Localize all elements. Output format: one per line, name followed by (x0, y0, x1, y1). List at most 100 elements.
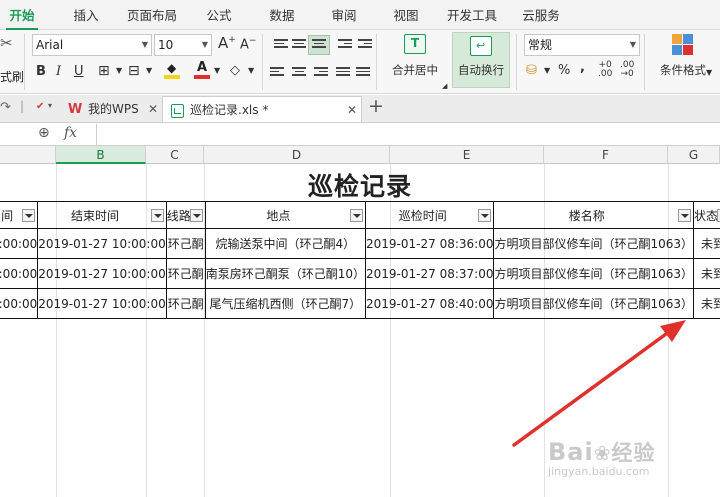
filter-dropdown-icon[interactable] (189, 209, 203, 222)
percent-button[interactable]: % (558, 63, 570, 78)
number-format-select[interactable]: 常规 ▼ (524, 34, 640, 56)
italic-button[interactable]: I (56, 64, 61, 79)
chevron-down-icon[interactable]: ▼ (146, 66, 152, 75)
increase-font-icon[interactable]: A+ (218, 34, 236, 52)
chevron-down-icon[interactable]: ▼ (706, 68, 712, 77)
cell-inspection-time[interactable]: 2019-01-27 08:37:00 (365, 258, 495, 289)
cell-start-time[interactable]: 8:00:00 (0, 258, 39, 289)
eraser-icon[interactable]: ◇ (230, 63, 240, 78)
table-row[interactable]: 8:00:00 2019-01-27 10:00:00 环己酮 烷输送泵中间（环… (0, 228, 720, 259)
font-color-button[interactable]: A (194, 60, 212, 79)
distributed-icon[interactable] (356, 67, 370, 79)
decrease-decimal-icon[interactable]: .00 →0 (620, 61, 634, 79)
cell-end-time[interactable]: 2019-01-27 10:00:00 (37, 228, 167, 259)
close-icon[interactable]: ✕ (347, 97, 357, 123)
increase-decimal-icon[interactable]: +0.00 (598, 61, 612, 79)
filter-dropdown-icon[interactable] (150, 209, 164, 222)
chevron-down-icon[interactable]: ▾ (48, 101, 52, 110)
tab-view[interactable]: 视图 (380, 0, 432, 30)
cell-location[interactable]: 烷输送泵中间（环己酮4） (204, 228, 367, 259)
indent-decrease-icon[interactable] (338, 39, 352, 51)
merge-icon[interactable]: ⊟ (128, 63, 140, 79)
border-icon[interactable]: ⊞ (98, 63, 110, 79)
align-right-icon[interactable] (314, 67, 328, 79)
cell-end-time[interactable]: 2019-01-27 10:00:00 (37, 288, 167, 319)
align-top-icon[interactable] (274, 39, 288, 51)
tab-data[interactable]: 数据 (256, 0, 308, 30)
column-header-a[interactable] (0, 146, 56, 164)
table-row[interactable]: 8:00:00 2019-01-27 10:00:00 环己酮 南泵房环己酮泵（… (0, 258, 720, 289)
column-header-g[interactable]: G (668, 146, 720, 164)
chevron-down-icon[interactable]: ▼ (116, 66, 122, 75)
header-end-time[interactable]: 结束时间 (37, 201, 167, 229)
format-painter-label[interactable]: 式刷 (0, 68, 24, 85)
chevron-down-icon[interactable]: ▼ (248, 66, 254, 75)
indent-increase-icon[interactable] (358, 39, 372, 51)
cell-start-time[interactable]: 8:00:00 (0, 288, 39, 319)
cell-status[interactable]: 未到 (693, 228, 720, 259)
header-start-time[interactable]: 间 (0, 201, 39, 229)
filter-dropdown-icon[interactable] (678, 209, 692, 222)
tab-review[interactable]: 审阅 (318, 0, 370, 30)
cell-start-time[interactable]: 8:00:00 (0, 228, 39, 259)
new-tab-icon[interactable]: + (368, 95, 384, 117)
align-left-icon[interactable] (270, 67, 284, 79)
cell-line[interactable]: 环己酮 (165, 228, 206, 259)
zoom-search-icon[interactable]: ⊕ (38, 125, 50, 141)
cell-inspection-time[interactable]: 2019-01-27 08:36:00 (365, 228, 495, 259)
header-status[interactable]: 状态 (693, 201, 720, 229)
decrease-font-icon[interactable]: A− (240, 36, 256, 52)
column-header-d[interactable]: D (204, 146, 390, 164)
quick-access-icon[interactable]: ✔ (36, 101, 44, 112)
wrap-text-button[interactable]: ↩ 自动换行 (452, 32, 510, 88)
fill-color-button[interactable]: ◆ (164, 61, 182, 79)
chevron-down-icon[interactable]: ▼ (214, 66, 220, 75)
filter-dropdown-icon[interactable] (22, 209, 36, 222)
cell-building-name[interactable]: 方明项目部仪修车间（环己酮1063） (493, 228, 695, 259)
align-center-icon[interactable] (292, 67, 306, 79)
tab-my-wps[interactable]: W 我的WPS ✕ (64, 96, 160, 122)
cell-status[interactable]: 未到 (693, 258, 720, 289)
header-inspection-time[interactable]: 巡检时间 (365, 201, 495, 229)
redo-icon[interactable]: ↷ (0, 100, 11, 115)
filter-dropdown-icon[interactable] (350, 209, 364, 222)
tab-cloud-service[interactable]: 云服务 (514, 0, 568, 30)
column-header-b[interactable]: B (56, 146, 146, 164)
font-name-select[interactable]: Arial ▼ (32, 34, 152, 56)
formula-input[interactable] (96, 124, 720, 145)
tab-insert[interactable]: 插入 (60, 0, 112, 30)
tab-developer[interactable]: 开发工具 (440, 0, 504, 30)
tab-file[interactable]: 巡检记录.xls * ✕ (162, 96, 362, 122)
column-header-f[interactable]: F (544, 146, 668, 164)
tab-page-layout[interactable]: 页面布局 (118, 0, 186, 30)
header-line[interactable]: 线路 (165, 201, 206, 229)
cell-location[interactable]: 南泵房环己酮泵（环己酮10） (204, 258, 367, 289)
column-header-c[interactable]: C (146, 146, 204, 164)
currency-icon[interactable]: ⛁ (526, 63, 537, 78)
tab-formulas[interactable]: 公式 (194, 0, 244, 30)
comma-button[interactable]: , (580, 60, 585, 75)
justify-icon[interactable] (336, 67, 350, 79)
bold-button[interactable]: B (36, 64, 46, 79)
cell-inspection-time[interactable]: 2019-01-27 08:40:00 (365, 288, 495, 319)
fx-icon[interactable]: fx (64, 125, 77, 141)
underline-button[interactable]: U (74, 64, 84, 79)
merge-center-button[interactable]: T 合并居中 (382, 34, 448, 88)
chevron-down-icon[interactable]: ◢ (442, 82, 447, 90)
tab-home[interactable]: 开始 (0, 0, 44, 30)
scissors-icon[interactable]: ✂ (0, 34, 13, 52)
column-header-e[interactable]: E (390, 146, 544, 164)
cell-building-name[interactable]: 方明项目部仪修车间（环己酮1063） (493, 258, 695, 289)
font-size-select[interactable]: 10 ▼ (154, 34, 212, 56)
header-location[interactable]: 地点 (204, 201, 367, 229)
chevron-down-icon[interactable]: ▼ (544, 66, 550, 75)
cell-location[interactable]: 尾气压缩机西侧（环己酮7） (204, 288, 367, 319)
conditional-format-button[interactable]: 条件格式 (650, 34, 716, 88)
header-building-name[interactable]: 楼名称 (493, 201, 695, 229)
close-icon[interactable]: ✕ (148, 96, 158, 122)
cell-line[interactable]: 环己酮 (165, 258, 206, 289)
cell-end-time[interactable]: 2019-01-27 10:00:00 (37, 258, 167, 289)
align-middle-icon[interactable] (292, 39, 306, 51)
cell-line[interactable]: 环己酮 (165, 288, 206, 319)
filter-dropdown-icon[interactable] (478, 209, 492, 222)
